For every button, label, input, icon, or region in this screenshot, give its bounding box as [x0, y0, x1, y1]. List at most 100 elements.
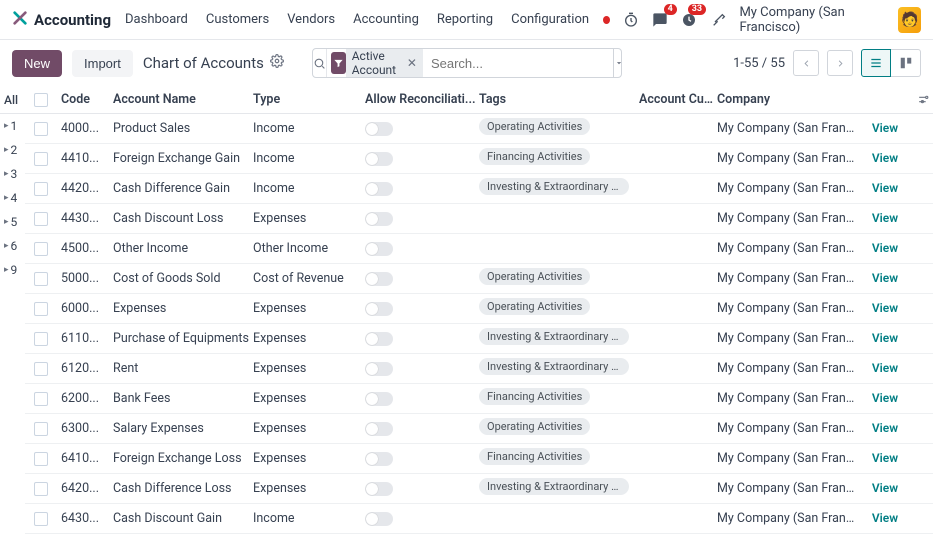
- reconciliation-toggle[interactable]: [365, 482, 393, 496]
- table-row[interactable]: 4410...Foreign Exchange GainIncomeFinanc…: [25, 144, 933, 174]
- view-link[interactable]: View: [872, 301, 898, 315]
- reconciliation-toggle[interactable]: [365, 332, 393, 346]
- cell-code[interactable]: 5000...: [57, 271, 113, 286]
- cell-name[interactable]: Other Income: [113, 241, 253, 256]
- header-name[interactable]: Account Name: [113, 92, 253, 107]
- view-link[interactable]: View: [872, 481, 898, 495]
- reconciliation-toggle[interactable]: [365, 242, 393, 256]
- cell-company[interactable]: My Company (San Franci...: [717, 121, 857, 136]
- cell-company[interactable]: My Company (San Franci...: [717, 361, 857, 376]
- company-selector[interactable]: My Company (San Francisco): [739, 5, 886, 35]
- nav-link-accounting[interactable]: Accounting: [353, 12, 419, 27]
- row-checkbox[interactable]: [34, 512, 48, 526]
- view-link[interactable]: View: [872, 361, 898, 375]
- search-input[interactable]: [425, 49, 613, 77]
- table-row[interactable]: 6410...Foreign Exchange LossExpensesFina…: [25, 444, 933, 474]
- view-link[interactable]: View: [872, 181, 898, 195]
- cell-code[interactable]: 4000...: [57, 121, 113, 136]
- sidebar-group-6[interactable]: ▸6: [0, 234, 25, 258]
- cell-name[interactable]: Cash Difference Gain: [113, 181, 253, 196]
- list-view-button[interactable]: [861, 49, 891, 77]
- view-link[interactable]: View: [872, 451, 898, 465]
- cell-company[interactable]: My Company (San Franci...: [717, 151, 857, 166]
- cell-type[interactable]: Expenses: [253, 331, 365, 346]
- reconciliation-toggle[interactable]: [365, 452, 393, 466]
- nav-link-configuration[interactable]: Configuration: [511, 12, 589, 27]
- view-link[interactable]: View: [872, 241, 898, 255]
- cell-type[interactable]: Expenses: [253, 421, 365, 436]
- cell-name[interactable]: Cash Discount Gain: [113, 511, 253, 526]
- table-row[interactable]: 4430...Cash Discount LossExpensesMy Comp…: [25, 204, 933, 234]
- tag-chip[interactable]: Operating Activities: [479, 268, 590, 285]
- activities-icon[interactable]: 33: [681, 10, 698, 30]
- reconciliation-toggle[interactable]: [365, 302, 393, 316]
- tag-chip[interactable]: Operating Activities: [479, 118, 590, 135]
- filter-chip-remove-icon[interactable]: ✕: [407, 56, 417, 70]
- cell-company[interactable]: My Company (San Franci...: [717, 511, 857, 526]
- cell-company[interactable]: My Company (San Franci...: [717, 181, 857, 196]
- cell-tags[interactable]: Investing & Extraordinary Ac: [479, 328, 639, 349]
- header-type[interactable]: Type: [253, 92, 365, 107]
- cell-name[interactable]: Foreign Exchange Gain: [113, 151, 253, 166]
- cell-type[interactable]: Expenses: [253, 481, 365, 496]
- cell-tags[interactable]: Operating Activities: [479, 298, 639, 319]
- table-row[interactable]: 6110...Purchase of EquipmentsExpensesInv…: [25, 324, 933, 354]
- row-checkbox[interactable]: [34, 332, 48, 346]
- cell-code[interactable]: 4410...: [57, 151, 113, 166]
- cell-name[interactable]: Cash Discount Loss: [113, 211, 253, 226]
- table-row[interactable]: 6430...Cash Discount GainIncome My Compan…: [25, 504, 933, 534]
- cell-type[interactable]: Expenses: [253, 391, 365, 406]
- cell-name[interactable]: Foreign Exchange Loss: [113, 451, 253, 466]
- search-icon[interactable]: [313, 49, 327, 77]
- cell-code[interactable]: 4500...: [57, 241, 113, 256]
- view-link[interactable]: View: [872, 211, 898, 225]
- gear-icon[interactable]: [270, 54, 284, 72]
- cell-type[interactable]: Expenses: [253, 451, 365, 466]
- cell-tags[interactable]: Financing Activities: [479, 148, 639, 169]
- cell-company[interactable]: My Company (San Franci...: [717, 211, 857, 226]
- tag-chip[interactable]: Operating Activities: [479, 418, 590, 435]
- cell-type[interactable]: Expenses: [253, 361, 365, 376]
- sidebar-group-9[interactable]: ▸9: [0, 258, 25, 282]
- table-row[interactable]: 6300...Salary ExpensesExpenses Operating …: [25, 414, 933, 444]
- cell-type[interactable]: Income: [253, 181, 365, 196]
- cell-code[interactable]: 6120...: [57, 361, 113, 376]
- pager-next-button[interactable]: [827, 50, 853, 76]
- reconciliation-toggle[interactable]: [365, 152, 393, 166]
- sidebar-group-1[interactable]: ▸1: [0, 114, 25, 138]
- tag-chip[interactable]: Operating Activities: [479, 298, 590, 315]
- row-checkbox[interactable]: [34, 242, 48, 256]
- cell-tags[interactable]: Financing Activities: [479, 388, 639, 409]
- reconciliation-toggle[interactable]: [365, 272, 393, 286]
- view-link[interactable]: View: [872, 511, 898, 525]
- table-row[interactable]: 6200...Bank FeesExpensesFinancing Activi…: [25, 384, 933, 414]
- tag-chip[interactable]: Investing & Extraordinary Ac: [479, 358, 629, 375]
- cell-code[interactable]: 6300...: [57, 421, 113, 436]
- tag-chip[interactable]: Investing & Extraordinary Ac: [479, 178, 629, 195]
- cell-tags[interactable]: Operating Activities: [479, 268, 639, 289]
- cell-code[interactable]: 6420...: [57, 481, 113, 496]
- view-link[interactable]: View: [872, 331, 898, 345]
- cell-type[interactable]: Income: [253, 511, 365, 526]
- search-options-toggle[interactable]: [613, 49, 622, 77]
- row-checkbox[interactable]: [34, 182, 48, 196]
- sidebar-group-3[interactable]: ▸3: [0, 162, 25, 186]
- reconciliation-toggle[interactable]: [365, 392, 393, 406]
- tag-chip[interactable]: Investing & Extraordinary Ac: [479, 328, 629, 345]
- cell-company[interactable]: My Company (San Franci...: [717, 481, 857, 496]
- cell-tags[interactable]: Investing & Extraordinary Ac: [479, 478, 639, 499]
- table-row[interactable]: 6000...ExpensesExpensesOperating Activit…: [25, 294, 933, 324]
- user-avatar[interactable]: 🧑: [898, 7, 921, 33]
- nav-link-reporting[interactable]: Reporting: [437, 12, 493, 27]
- pager-prev-button[interactable]: [793, 50, 819, 76]
- row-checkbox[interactable]: [34, 422, 48, 436]
- cell-code[interactable]: 6000...: [57, 301, 113, 316]
- cell-name[interactable]: Purchase of Equipments: [113, 331, 253, 346]
- cell-name[interactable]: Product Sales: [113, 121, 253, 136]
- record-indicator-icon[interactable]: [603, 16, 610, 24]
- sidebar-group-5[interactable]: ▸5: [0, 210, 25, 234]
- cell-company[interactable]: My Company (San Franci...: [717, 331, 857, 346]
- cell-company[interactable]: My Company (San Franci...: [717, 391, 857, 406]
- cell-name[interactable]: Salary Expenses: [113, 421, 253, 436]
- cell-code[interactable]: 6430...: [57, 511, 113, 526]
